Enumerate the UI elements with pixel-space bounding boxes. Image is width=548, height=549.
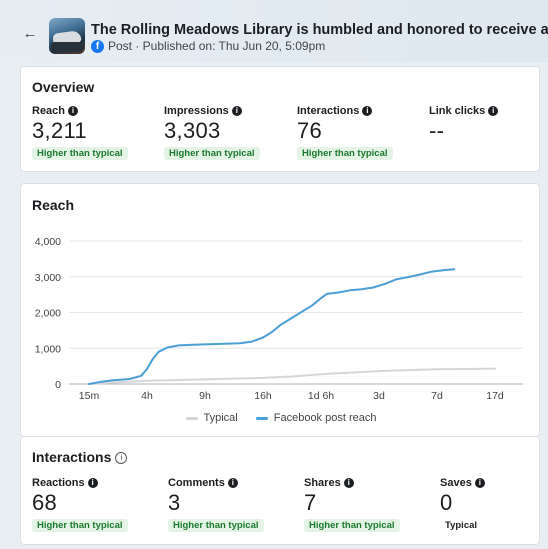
interactions-title-text: Interactions [32, 449, 112, 465]
metric-value: 68 [32, 490, 58, 515]
x-tick-label: 16h [254, 390, 272, 402]
interactions-title: Interactions i [32, 449, 128, 465]
interactions-card: Interactions i Reactions i 68 Higher than … [20, 437, 540, 545]
x-tick-label: 17d [486, 390, 504, 402]
info-icon[interactable]: i [362, 106, 373, 116]
info-icon[interactable]: i [474, 478, 485, 488]
reach-card: Reach 4,000 3,000 2,000 1,000 0 15m 4h 9h 16h 1d … [20, 183, 540, 437]
chart-legend: Typical Facebook post reach [21, 412, 541, 424]
y-tick-label: 0 [55, 379, 61, 391]
back-arrow-icon[interactable]: ← [22, 26, 38, 42]
metric-value: 3 [168, 490, 181, 515]
overview-title: Overview [32, 79, 95, 95]
metric-value: 0 [440, 490, 453, 515]
legend-swatch [255, 416, 268, 420]
y-tick-label: 1,000 [35, 343, 61, 355]
metric-label: Link clicks [429, 105, 486, 117]
post-meta-text: Post · Published on: Thu Jun 20, 5:09pm [108, 39, 326, 53]
metric-label: Shares [304, 477, 341, 489]
metric-interactions: Interactions i 76 Higher than typical [297, 105, 393, 161]
overview-card: Overview Reach i 3,211 Higher than typica… [20, 66, 540, 172]
x-tick-label: 15m [79, 390, 100, 402]
legend-item-typical[interactable]: Typical [185, 412, 238, 424]
metric-value: 76 [297, 118, 323, 143]
metric-saves: Saves i 0 Typical [440, 477, 485, 533]
info-icon[interactable]: i [227, 478, 238, 488]
post-title[interactable]: The Rolling Meadows Library is humbled a… [91, 22, 548, 38]
metric-shares: Shares i 7 Higher than typical [304, 477, 400, 533]
metric-label: Reach [32, 105, 66, 117]
metric-label: Saves [440, 477, 472, 489]
x-tick-label: 9h [199, 390, 211, 402]
typical-series-line[interactable] [88, 367, 496, 385]
y-tick-label: 4,000 [35, 236, 61, 248]
metric-impressions: Impressions i 3,303 Higher than typical [164, 105, 260, 161]
metric-comments: Comments i 3 Higher than typical [168, 477, 264, 533]
status-badge: Higher than typical [32, 519, 128, 532]
info-icon[interactable]: i [343, 478, 354, 488]
post-header: ← The Rolling Meadows Library is humbled… [0, 0, 548, 62]
metric-label: Interactions [297, 105, 360, 117]
legend-label: Facebook post reach [273, 412, 377, 424]
metric-value: -- [429, 118, 445, 143]
post-thumbnail[interactable] [49, 18, 85, 54]
metric-label: Impressions [164, 105, 229, 117]
metric-label: Comments [168, 477, 225, 489]
reach-chart: 4,000 3,000 2,000 1,000 0 15m 4h 9h 16h 1d 6h 3d 7d… [35, 236, 523, 402]
legend-item-reach[interactable]: Facebook post reach [255, 412, 377, 424]
metric-value: 3,303 [164, 118, 221, 143]
info-icon[interactable]: i [115, 452, 128, 465]
status-badge: Higher than typical [32, 147, 128, 160]
metric-reach: Reach i 3,211 Higher than typical [32, 105, 128, 161]
metric-link-clicks: Link clicks i -- [429, 105, 499, 143]
metric-reactions: Reactions i 68 Higher than typical [32, 477, 128, 533]
status-badge: Typical [445, 520, 478, 531]
x-tick-label: 7d [431, 390, 443, 402]
post-meta: f Post · Published on: Thu Jun 20, 5:09p… [91, 39, 325, 53]
y-tick-label: 3,000 [35, 272, 61, 284]
y-tick-label: 2,000 [35, 308, 61, 320]
reach-series-line[interactable] [88, 268, 456, 385]
facebook-icon: f [91, 39, 104, 53]
status-badge: Higher than typical [297, 147, 393, 160]
info-icon[interactable]: i [68, 106, 79, 116]
metric-label: Reactions [32, 477, 85, 489]
status-badge: Higher than typical [304, 519, 400, 532]
x-tick-label: 3d [373, 390, 385, 402]
metric-value: 7 [304, 490, 317, 515]
x-tick-label: 1d 6h [308, 390, 334, 402]
status-badge: Higher than typical [164, 147, 260, 160]
info-icon[interactable]: i [488, 106, 499, 116]
x-tick-label: 4h [141, 390, 153, 402]
info-icon[interactable]: i [231, 106, 242, 116]
metric-value: 3,211 [32, 118, 87, 143]
legend-swatch [185, 416, 198, 420]
info-icon[interactable]: i [87, 478, 98, 488]
status-badge: Higher than typical [168, 519, 264, 532]
legend-label: Typical [203, 412, 238, 424]
